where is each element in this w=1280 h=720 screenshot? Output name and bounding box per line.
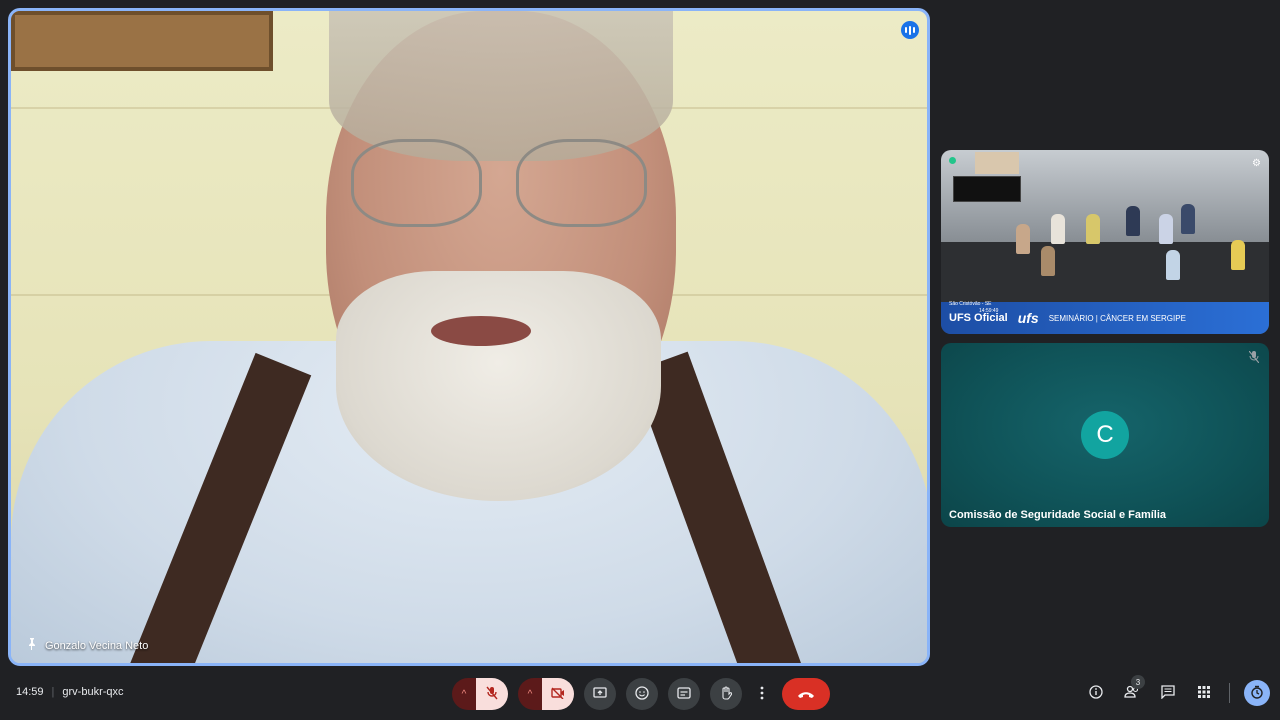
meeting-time: 14:59 xyxy=(16,686,44,698)
ufs-logo: ufs xyxy=(1017,310,1039,326)
timer-icon xyxy=(1250,685,1264,702)
hand-icon xyxy=(720,685,733,703)
pip-thumbnail xyxy=(953,176,1021,202)
camera-options-button[interactable]: ^ xyxy=(518,678,542,710)
mic-control: ^ xyxy=(452,678,508,710)
call-controls: ^ ^ xyxy=(452,678,830,710)
people-button[interactable]: 3 xyxy=(1121,675,1145,704)
more-options-button[interactable] xyxy=(752,678,772,710)
room-people xyxy=(941,200,1269,300)
separator: | xyxy=(51,686,55,698)
meeting-details-button[interactable] xyxy=(1085,682,1107,704)
bottom-control-bar: 14:59 | grv-bukr-qxc ^ ^ 3 xyxy=(0,675,1280,712)
participant-name: Gonzalo Vecina Neto xyxy=(45,639,149,652)
ufs-time: 14:59:49 xyxy=(979,308,999,314)
participant-tile-ufs[interactable]: ⚙ São Cristóvão - SE 14:59:49 UFS Oficia… xyxy=(941,150,1269,334)
end-call-button[interactable] xyxy=(782,678,830,710)
settings-icon: ⚙ xyxy=(1252,158,1261,169)
participant-count-badge: 3 xyxy=(1131,675,1145,689)
side-controls: 3 xyxy=(1085,675,1270,706)
mic-off-icon xyxy=(486,686,498,703)
captions-button[interactable] xyxy=(668,678,700,710)
ufs-location: São Cristóvão - SE xyxy=(949,301,992,307)
participant-tile-comissao[interactable]: C Comissão de Seguridade Social e Famíli… xyxy=(941,343,1269,527)
meeting-code: grv-bukr-qxc xyxy=(62,686,124,698)
raise-hand-button[interactable] xyxy=(710,678,742,710)
chat-icon xyxy=(1161,684,1175,702)
reactions-button[interactable] xyxy=(626,678,658,710)
camera-toggle-button[interactable] xyxy=(542,678,574,710)
speaker-mouth xyxy=(431,316,531,346)
participant-name-tag: Gonzalo Vecina Neto xyxy=(27,638,148,653)
captions-icon xyxy=(677,686,691,702)
pin-icon xyxy=(27,638,37,653)
speaker-beard xyxy=(336,271,661,501)
speaker-glasses xyxy=(351,139,651,229)
audio-level-icon xyxy=(901,21,919,39)
chat-button[interactable] xyxy=(1157,682,1179,704)
info-icon xyxy=(1089,684,1103,702)
ufs-broadcast-bar: São Cristóvão - SE 14:59:49 UFS Oficial … xyxy=(941,301,1269,334)
ufs-title: SEMINÁRIO | CÂNCER EM SERGIPE xyxy=(1048,313,1186,323)
mic-options-button[interactable]: ^ xyxy=(452,678,476,710)
camera-control: ^ xyxy=(518,678,574,710)
host-controls-button[interactable] xyxy=(1244,680,1270,706)
main-video-tile[interactable]: Gonzalo Vecina Neto xyxy=(8,8,930,666)
pip-thumbnail xyxy=(975,152,1019,174)
present-button[interactable] xyxy=(584,678,616,710)
present-icon xyxy=(593,686,607,702)
participant-name: Comissão de Seguridade Social e Família xyxy=(949,509,1167,521)
more-vert-icon xyxy=(760,686,764,703)
divider xyxy=(1229,683,1230,703)
apps-grid-icon xyxy=(1198,685,1210,701)
mic-toggle-button[interactable] xyxy=(476,678,508,710)
meeting-info: 14:59 | grv-bukr-qxc xyxy=(16,686,124,698)
camera-off-icon xyxy=(551,687,565,702)
mic-off-icon xyxy=(1248,350,1260,366)
wall-picture-frame xyxy=(11,11,273,71)
emoji-icon xyxy=(635,685,649,703)
call-end-icon xyxy=(797,686,815,702)
avatar: C xyxy=(1081,411,1129,459)
activities-button[interactable] xyxy=(1193,682,1215,704)
status-dot xyxy=(949,157,956,164)
